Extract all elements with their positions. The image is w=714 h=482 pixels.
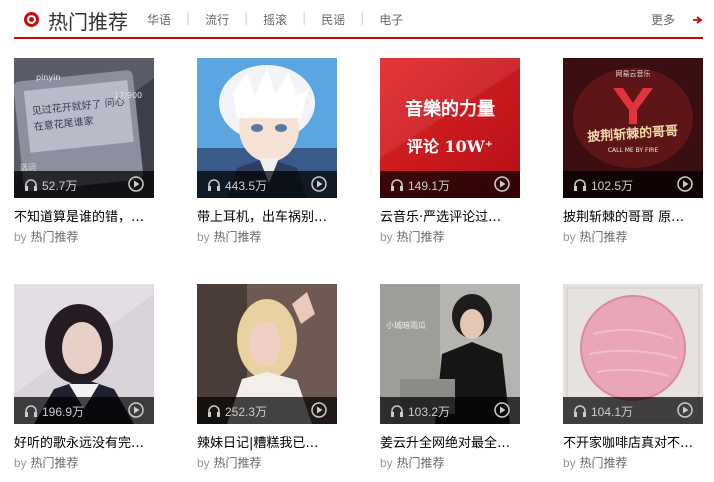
play-icon[interactable] (311, 402, 327, 418)
cover-text: CALL ME BY FIRE (608, 147, 659, 154)
author-link[interactable]: 热门推荐 (214, 230, 262, 244)
playlist-author: by 热门推荐 (197, 228, 262, 245)
cover-info-bar: 52.7万 (14, 171, 154, 198)
headphones-icon (391, 179, 403, 191)
playlist-title[interactable]: 好听的歌永远没有完… (14, 432, 154, 451)
cover-info-bar: 104.1万 (563, 397, 703, 424)
by-prefix: by (380, 230, 393, 244)
playlist-author: by 热门推荐 (380, 454, 445, 471)
hot-recommend-header: 热门推荐 华语 | 流行 | 摇滚 | 民谣 | 电子 更多 (14, 0, 703, 39)
play-icon[interactable] (677, 176, 693, 192)
play-count: 196.9万 (42, 405, 85, 419)
playlist-cover[interactable]: 104.1万 (563, 284, 703, 424)
cover-text: 评论 10W⁺ (407, 137, 493, 156)
cover-info-bar: 103.2万 (380, 397, 520, 424)
cover-info-bar: 149.1万 (380, 171, 520, 198)
play-count: 102.5万 (591, 179, 634, 193)
playlist-title[interactable]: 披荆斩棘的哥哥 原… (563, 206, 703, 225)
by-prefix: by (197, 230, 210, 244)
playlist-author: by 热门推荐 (14, 228, 79, 245)
playlist-title[interactable]: 不开家咖啡店真对不… (563, 432, 703, 451)
cover-info-bar: 443.5万 (197, 171, 337, 198)
cover-text: pinyin (36, 73, 60, 82)
tab-dianzi[interactable]: 电子 (379, 11, 403, 28)
playlist-cover[interactable]: 音樂的力量 评论 10W⁺ 149.1万 (380, 58, 520, 198)
playlist-cover[interactable]: 小城暗雨瓜 103.2万 (380, 284, 520, 424)
play-icon[interactable] (494, 402, 510, 418)
play-icon[interactable] (128, 176, 144, 192)
cover-text: 小城暗雨瓜 (386, 320, 426, 330)
play-count: 252.3万 (225, 405, 268, 419)
cover-text: 音樂的力量 (405, 98, 495, 120)
author-link[interactable]: 热门推荐 (397, 230, 445, 244)
playlist-title[interactable]: 带上耳机，出车祸别… (197, 206, 337, 225)
headphones-icon (25, 405, 37, 417)
playlist-cover[interactable]: 443.5万 (197, 58, 337, 198)
arrow-right-icon[interactable] (693, 16, 703, 24)
playlist-title[interactable]: 不知道算是谁的错，… (14, 206, 154, 225)
headphones-icon (574, 405, 586, 417)
playlist-author: by 热门推荐 (563, 454, 628, 471)
cover-info-bar: 252.3万 (197, 397, 337, 424)
playlist-cover[interactable]: 网易云音乐 披荆斩棘的哥哥 CALL ME BY FIRE 102.5万 (563, 58, 703, 198)
author-link[interactable]: 热门推荐 (397, 456, 445, 470)
by-prefix: by (14, 456, 27, 470)
playlist-title[interactable]: 辣妹日记|糟糕我已… (197, 432, 337, 451)
author-link[interactable]: 热门推荐 (580, 230, 628, 244)
author-link[interactable]: 热门推荐 (31, 456, 79, 470)
play-count: 52.7万 (42, 179, 78, 193)
headphones-icon (574, 179, 586, 191)
by-prefix: by (14, 230, 27, 244)
play-count: 443.5万 (225, 179, 268, 193)
tab-huayu[interactable]: 华语 (147, 11, 171, 28)
playlist-cover[interactable]: 196.9万 (14, 284, 154, 424)
play-icon[interactable] (677, 402, 693, 418)
section-title[interactable]: 热门推荐 (48, 6, 128, 35)
more-label[interactable]: 更多 (651, 13, 675, 27)
tab-separator: | (360, 11, 365, 25)
play-count: 149.1万 (408, 179, 451, 193)
cover-info-bar: 196.9万 (14, 397, 154, 424)
tab-yaogun[interactable]: 摇滚 (263, 11, 287, 28)
playlist-cover[interactable]: 252.3万 (197, 284, 337, 424)
playlist-author: by 热门推荐 (380, 228, 445, 245)
play-icon[interactable] (311, 176, 327, 192)
headphones-icon (208, 405, 220, 417)
author-link[interactable]: 热门推荐 (580, 456, 628, 470)
play-count: 104.1万 (591, 405, 634, 419)
headphones-icon (208, 179, 220, 191)
by-prefix: by (197, 456, 210, 470)
playlist-author: by 热门推荐 (563, 228, 628, 245)
playlist-author: by 热门推荐 (14, 454, 79, 471)
cover-info-bar: 102.5万 (563, 171, 703, 198)
tab-liuxing[interactable]: 流行 (205, 11, 229, 28)
category-tabs: 华语 | 流行 | 摇滚 | 民谣 | 电子 (147, 11, 403, 28)
by-prefix: by (380, 456, 393, 470)
tab-separator: | (244, 11, 249, 25)
author-link[interactable]: 热门推荐 (214, 456, 262, 470)
play-icon[interactable] (494, 176, 510, 192)
tab-separator: | (186, 11, 191, 25)
tab-minyao[interactable]: 民谣 (321, 11, 345, 28)
play-icon[interactable] (128, 402, 144, 418)
more-link[interactable]: 更多 (651, 11, 691, 28)
tab-separator: | (302, 11, 307, 25)
playlist-cover[interactable]: pinyin 17/900 见过花开就好了 问心 在意花尾谁家 选词 52.7万 (14, 58, 154, 198)
cover-text: 网易云音乐 (616, 69, 651, 78)
section-circle-icon (24, 12, 39, 27)
play-count: 103.2万 (408, 405, 451, 419)
headphones-icon (25, 179, 37, 191)
by-prefix: by (563, 456, 576, 470)
author-link[interactable]: 热门推荐 (31, 230, 79, 244)
playlist-title[interactable]: 姜云升全网绝对最全… (380, 432, 520, 451)
playlist-author: by 热门推荐 (197, 454, 262, 471)
headphones-icon (391, 405, 403, 417)
playlist-title[interactable]: 云音乐·严选评论过… (380, 206, 520, 225)
by-prefix: by (563, 230, 576, 244)
